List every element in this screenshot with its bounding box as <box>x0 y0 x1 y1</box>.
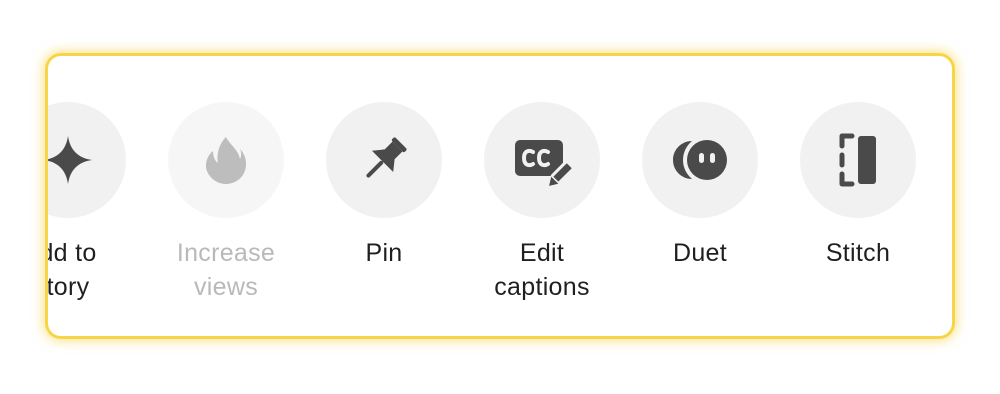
duet-label: Duet <box>672 239 727 267</box>
increase-views-label: Increase views <box>176 239 276 301</box>
pin-icon <box>366 137 407 178</box>
increase-views-button[interactable]: Increase views <box>156 56 296 336</box>
edit-captions-circle <box>484 102 600 218</box>
captions-icon <box>515 140 573 186</box>
edit-captions-button[interactable]: Edit captions <box>472 56 612 336</box>
sparkle-icon <box>48 136 92 184</box>
edit-captions-label: Edit captions <box>494 239 590 301</box>
increase-views-circle <box>168 102 284 218</box>
share-actions-panel: dd to tory Increase views Pin Edit capti… <box>45 53 955 339</box>
pin-circle <box>326 102 442 218</box>
add-to-story-button[interactable]: dd to tory <box>45 56 138 336</box>
stitch-circle <box>800 102 916 218</box>
add-to-story-circle <box>48 102 126 218</box>
pin-label: Pin <box>365 239 403 267</box>
stitch-label: Stitch <box>825 239 891 267</box>
stitch-icon <box>839 133 876 187</box>
duet-button[interactable]: Duet <box>630 56 770 336</box>
stitch-button[interactable]: Stitch <box>788 56 928 336</box>
add-to-story-label: dd to tory <box>45 239 97 301</box>
duet-icon <box>673 140 727 180</box>
duet-circle <box>642 102 758 218</box>
pin-button[interactable]: Pin <box>314 56 454 336</box>
flame-icon <box>205 137 247 184</box>
